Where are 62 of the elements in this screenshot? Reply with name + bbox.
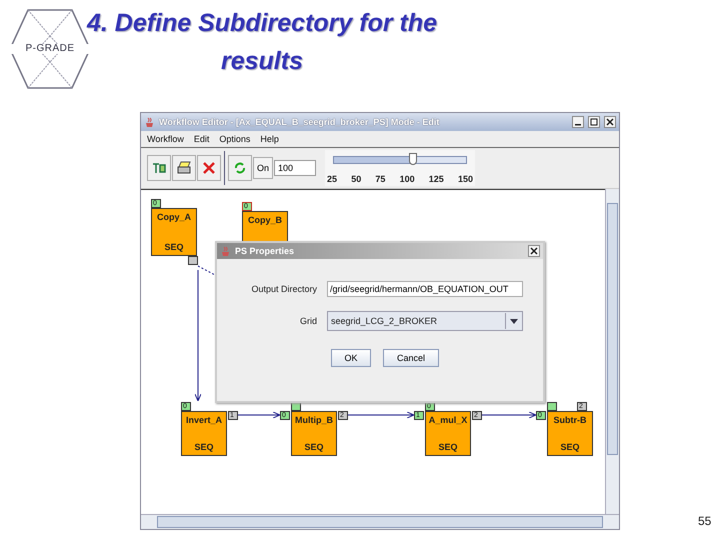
cross-icon xyxy=(202,161,216,175)
node-type: SEQ xyxy=(304,442,324,452)
output-port[interactable] xyxy=(188,256,198,265)
cancel-button[interactable]: Cancel xyxy=(383,349,439,367)
minimize-button[interactable] xyxy=(572,116,584,128)
node-name: Copy_A xyxy=(156,212,191,222)
maximize-button[interactable] xyxy=(588,116,600,128)
input-port[interactable] xyxy=(547,402,557,411)
tick-label: 50 xyxy=(351,174,362,184)
dropdown-arrow-icon xyxy=(510,318,518,324)
node-type: SEQ xyxy=(194,442,214,452)
refresh-button[interactable] xyxy=(228,155,252,181)
refresh-icon xyxy=(234,162,246,174)
tick-label: 75 xyxy=(375,174,386,184)
node-type: SEQ xyxy=(164,242,184,252)
job-node[interactable]: Multip_B SEQ xyxy=(291,411,337,456)
menu-item[interactable]: Options xyxy=(219,134,250,144)
tick-label: 150 xyxy=(458,174,474,184)
horizontal-scrollbar[interactable] xyxy=(141,514,619,529)
page-number: 55 xyxy=(698,514,712,528)
node-name: Copy_B xyxy=(248,215,282,225)
close-button[interactable] xyxy=(604,116,616,128)
tick-label: 25 xyxy=(327,174,338,184)
job-node[interactable]: A_mul_X SEQ xyxy=(425,411,471,456)
maximize-icon xyxy=(590,118,598,126)
ok-button[interactable]: OK xyxy=(331,349,371,367)
tick-label: 100 xyxy=(400,174,415,184)
toolbar-button[interactable] xyxy=(147,155,171,181)
zoom-field[interactable]: 100 xyxy=(274,160,316,176)
close-button[interactable] xyxy=(528,245,540,257)
job-node[interactable]: Invert_A SEQ xyxy=(181,411,227,456)
menu-item[interactable]: Edit xyxy=(194,134,210,144)
menu-item[interactable]: Workflow xyxy=(147,134,184,144)
field-label: Output Directory xyxy=(250,284,317,294)
node-type: SEQ xyxy=(438,442,458,452)
grid-dropdown[interactable]: seegrid_LCG_2_BROKER xyxy=(327,311,523,331)
connector-line xyxy=(482,412,536,418)
connector-line xyxy=(238,412,280,418)
zoom-slider[interactable] xyxy=(333,156,468,164)
close-icon xyxy=(606,118,614,126)
vertical-scrollbar[interactable] xyxy=(605,189,619,514)
logo-text: P-GRADE xyxy=(8,44,92,54)
job-node[interactable]: Copy_A SEQ xyxy=(151,208,197,256)
close-icon xyxy=(530,247,538,255)
node-type: SEQ xyxy=(560,442,580,452)
node-name: Subtr-B xyxy=(554,415,586,425)
cup-icon xyxy=(220,246,231,256)
connector-line xyxy=(348,412,414,418)
zoom-label: On xyxy=(253,157,274,179)
cup-icon xyxy=(144,116,155,128)
node-name: A_mul_X xyxy=(428,415,468,425)
node-name: Invert_A xyxy=(186,415,222,425)
node-name: Multip_B xyxy=(295,415,333,425)
field-label: Grid xyxy=(298,316,317,326)
toolbar-button[interactable] xyxy=(172,155,196,181)
job-node[interactable]: Subtr-B SEQ xyxy=(547,411,593,456)
printer-icon xyxy=(176,161,192,175)
slider-thumb[interactable] xyxy=(409,153,418,165)
delete-button[interactable] xyxy=(197,155,221,181)
menu-item[interactable]: Help xyxy=(260,134,279,144)
output-directory-field[interactable]: /grid/seegrid/hermann/OB_EQUATION_OUT xyxy=(327,281,523,297)
tick-label: 125 xyxy=(428,174,444,184)
